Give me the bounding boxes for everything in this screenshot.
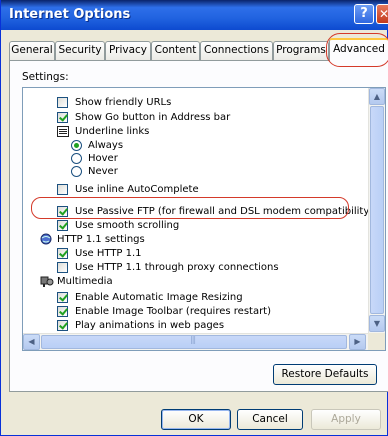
scroll-right-arrow-icon[interactable]: ▶ [349,334,366,350]
checkbox[interactable] [57,262,68,273]
checkbox[interactable] [57,184,68,195]
globe-icon [40,233,52,245]
setting-label: Show Go button in Address bar [75,112,231,123]
setting-label: Play animations in web pages [75,320,225,331]
checkbox[interactable] [57,248,68,259]
help-button[interactable]: ? [354,4,374,24]
setting-label: Use HTTP 1.1 through proxy connections [75,262,279,273]
setting-label: Enable Automatic Image Resizing [75,292,243,303]
category-label: HTTP 1.1 settings [57,234,145,245]
setting-label: Never [88,166,118,177]
settings-list[interactable]: Show friendly URLs Show Go button in Add… [22,87,386,351]
setting-label: Hover [88,153,118,164]
setting-label: Use inline AutoComplete [75,184,199,195]
tab-privacy[interactable]: Privacy [105,41,151,60]
restore-defaults-button[interactable]: Restore Defaults [273,364,377,385]
apply-button[interactable]: Apply [311,409,381,430]
radio-button[interactable] [71,140,82,151]
checkbox[interactable] [57,292,68,303]
tab-content[interactable]: Content [151,41,200,60]
horizontal-scroll-thumb[interactable] [41,335,347,349]
checkbox[interactable] [57,220,68,231]
multimedia-icon [40,276,54,287]
checkbox[interactable] [57,306,68,317]
setting-label: Use Passive FTP (for firewall and DSL mo… [75,206,374,217]
setting-label: Underline links [75,126,150,137]
setting-label: Use smooth scrolling [75,220,180,231]
tab-advanced[interactable]: Advanced [329,38,388,61]
list-group-icon [57,126,69,137]
scroll-left-arrow-icon[interactable]: ◀ [23,334,40,350]
cancel-button[interactable]: Cancel [237,409,303,430]
checkbox[interactable] [57,320,68,331]
settings-label: Settings: [22,71,69,83]
tab-general[interactable]: General [9,41,55,60]
checkbox[interactable] [57,97,68,108]
scrollbar-corner [368,333,385,350]
setting-label: Use HTTP 1.1 [75,248,142,259]
tab-connections[interactable]: Connections [200,41,273,60]
internet-options-dialog: Internet Options ? ✕ General Security Pr… [0,0,388,436]
setting-label: Show friendly URLs [75,97,172,108]
tab-programs[interactable]: Programs [273,41,329,60]
scroll-down-arrow-icon[interactable]: ▼ [369,315,385,332]
radio-button[interactable] [71,153,82,164]
checkbox[interactable] [57,112,68,123]
radio-button[interactable] [71,166,82,177]
horizontal-scrollbar[interactable]: ◀ ▶ [23,333,368,350]
scroll-up-arrow-icon[interactable]: ▲ [369,88,385,105]
setting-label: Always [88,140,124,151]
close-button[interactable]: ✕ [376,4,388,24]
category-label: Multimedia [57,276,113,287]
title-bar[interactable]: Internet Options ? ✕ [1,0,388,30]
vertical-scroll-thumb[interactable] [370,106,384,314]
vertical-scrollbar[interactable]: ▲ ▼ [368,88,385,333]
advanced-panel: Settings: Show friendly URLs Show Go but… [9,60,388,392]
checkbox[interactable] [57,206,68,217]
ok-button[interactable]: OK [161,409,231,430]
window-title: Internet Options [9,7,131,22]
tab-security[interactable]: Security [55,41,105,60]
setting-label: Enable Image Toolbar (requires restart) [75,306,272,317]
settings-list-content: Show friendly URLs Show Go button in Add… [23,88,373,333]
